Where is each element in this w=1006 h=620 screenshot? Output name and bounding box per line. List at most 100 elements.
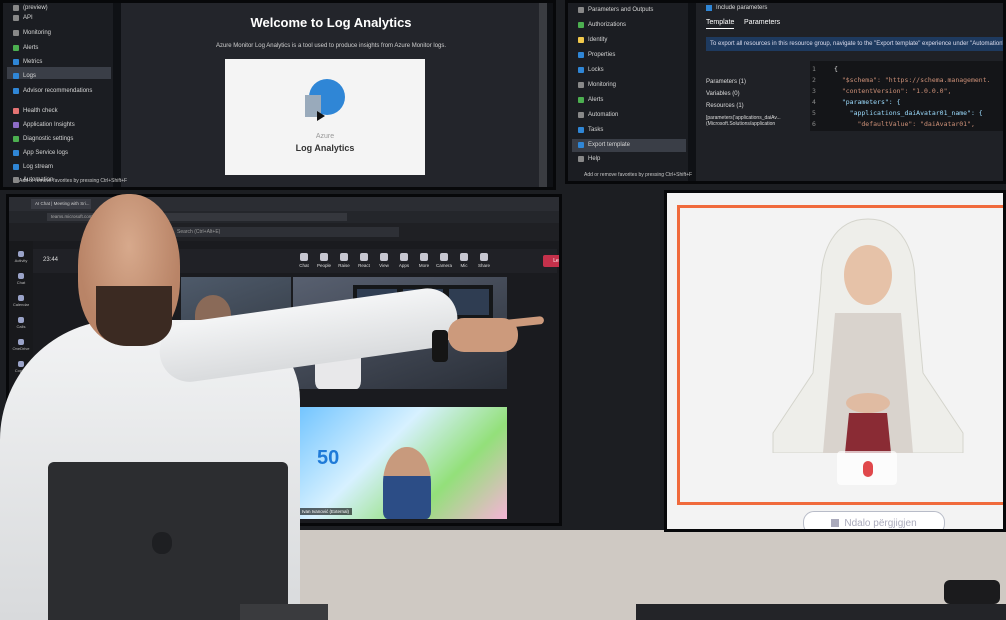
sidebar-item[interactable]: Locks bbox=[578, 67, 604, 73]
meeting-control-react[interactable]: React bbox=[355, 253, 373, 268]
control-icon bbox=[460, 253, 468, 261]
line-number: 1 bbox=[812, 65, 816, 73]
control-label: React bbox=[358, 263, 370, 268]
control-icon bbox=[360, 253, 368, 261]
sidebar-item[interactable]: Authorizations bbox=[578, 22, 626, 28]
control-icon bbox=[400, 253, 408, 261]
hands-shape bbox=[846, 393, 890, 413]
sidebar-item[interactable]: Advisor recommendations bbox=[13, 88, 92, 94]
sidebar-item-icon bbox=[13, 15, 19, 21]
tree-item[interactable]: Variables (0) bbox=[706, 91, 740, 97]
rail-item[interactable]: Activity bbox=[9, 251, 33, 263]
control-label: More bbox=[418, 263, 430, 268]
tab-template[interactable]: Template bbox=[706, 19, 735, 29]
sidebar-item-icon bbox=[13, 136, 19, 142]
sidebar-item[interactable]: Monitoring bbox=[578, 82, 616, 88]
browser-tab[interactable]: AI Chat | Meeting with Sri... bbox=[31, 199, 91, 209]
sidebar-item-label: Log stream bbox=[23, 164, 54, 170]
sidebar-item-label: Tasks bbox=[588, 127, 604, 133]
rail-item[interactable]: Calendar bbox=[9, 295, 33, 307]
desk-microphone bbox=[944, 580, 1000, 604]
sidebar-item-label: Authorizations bbox=[588, 22, 627, 28]
code-editor[interactable]: 1 {2 "$schema": "https://schema.managemen… bbox=[810, 61, 1003, 131]
control-icon bbox=[320, 253, 328, 261]
microphone-icon[interactable] bbox=[863, 461, 873, 477]
sidebar-item-label: App Service logs bbox=[23, 150, 69, 156]
azure-main-pane: Welcome to Log Analytics Azure Monitor L… bbox=[121, 3, 541, 187]
meeting-control-more[interactable]: More bbox=[415, 253, 433, 268]
meeting-control-raise[interactable]: Raise bbox=[335, 253, 353, 268]
sidebar-item[interactable]: Diagnostic settings bbox=[13, 136, 73, 142]
code-line: "parameters": { bbox=[834, 98, 901, 106]
stop-response-button[interactable]: Ndalo përgjigjen bbox=[803, 511, 945, 529]
leave-button[interactable]: Leave bbox=[543, 255, 559, 267]
sidebar-item-label: Health check bbox=[23, 108, 58, 114]
rail-item[interactable]: Chat bbox=[9, 273, 33, 285]
line-number: 6 bbox=[812, 120, 816, 128]
include-parameters-checkbox[interactable]: Include parameters bbox=[706, 5, 767, 11]
sidebar-item[interactable]: Help bbox=[578, 156, 600, 162]
intro-video[interactable]: Azure Log Analytics bbox=[225, 59, 425, 175]
sidebar-item[interactable]: Application Insights bbox=[13, 122, 75, 128]
code-line: { bbox=[834, 65, 838, 73]
meeting-control-chat[interactable]: Chat bbox=[295, 253, 313, 268]
sidebar-item[interactable]: API bbox=[13, 15, 33, 21]
sidebar-item-icon bbox=[13, 59, 19, 65]
sidebar-item[interactable]: App Service logs bbox=[13, 150, 68, 156]
video-tile[interactable]: 50 Ivan Ivanović (External) bbox=[295, 407, 507, 519]
tree-item[interactable]: Parameters (1) bbox=[706, 79, 746, 85]
sidebar-item-icon bbox=[13, 108, 19, 114]
meeting-control-people[interactable]: People bbox=[315, 253, 333, 268]
tab-parameters[interactable]: Parameters bbox=[744, 19, 780, 26]
meeting-control-camera[interactable]: Camera bbox=[435, 253, 453, 268]
sidebar-item-icon bbox=[578, 127, 584, 133]
sidebar-item[interactable]: Tasks bbox=[578, 127, 603, 133]
sidebar-item-label: (preview) bbox=[23, 5, 48, 11]
sidebar-item[interactable]: Parameters and Outputs bbox=[578, 7, 653, 13]
sidebar-item[interactable]: Health check bbox=[13, 108, 58, 114]
browser-tabstrip: AI Chat | Meeting with Sri... bbox=[9, 197, 559, 211]
rail-label: Calendar bbox=[12, 302, 30, 307]
video-brand: Azure bbox=[315, 133, 335, 140]
search-input[interactable]: Search (Ctrl+Alt+E) bbox=[171, 227, 399, 237]
checkbox-icon[interactable] bbox=[706, 5, 712, 11]
control-label: Share bbox=[477, 263, 490, 268]
control-icon bbox=[420, 253, 428, 261]
sidebar-item[interactable]: Export template bbox=[578, 142, 630, 148]
rail-icon bbox=[18, 295, 24, 301]
face-shape bbox=[844, 245, 892, 305]
scrollbar[interactable] bbox=[539, 3, 547, 187]
rail-icon bbox=[18, 251, 24, 257]
tree-item[interactable]: [parameters('applications_daiAv... (Micr… bbox=[706, 115, 802, 127]
sidebar-item[interactable]: Monitoring bbox=[13, 30, 51, 36]
favorites-hint: Add or remove favorites by pressing Ctrl… bbox=[19, 178, 128, 184]
rail-item[interactable]: Calls bbox=[9, 317, 33, 329]
code-line: "defaultValue": "daiAvatar01", bbox=[834, 120, 975, 128]
sidebar-item[interactable]: Properties bbox=[578, 52, 615, 58]
rail-label: Activity bbox=[14, 258, 28, 263]
sidebar-item[interactable]: Alerts bbox=[13, 45, 38, 51]
meeting-control-share[interactable]: Share bbox=[475, 253, 493, 268]
sidebar-item[interactable]: Metrics bbox=[13, 59, 42, 65]
tree-item[interactable]: Resources (1) bbox=[706, 103, 744, 109]
meeting-control-mic[interactable]: Mic bbox=[455, 253, 473, 268]
sidebar-item[interactable]: Automation bbox=[578, 112, 618, 118]
sidebar-item[interactable]: Logs bbox=[13, 73, 36, 79]
sidebar-item-icon bbox=[13, 45, 19, 51]
play-icon[interactable] bbox=[317, 111, 325, 121]
meeting-control-view[interactable]: View bbox=[375, 253, 393, 268]
resource-sidebar: Parameters and Outputs Authorizations Iden… bbox=[568, 3, 688, 181]
control-label: People bbox=[316, 263, 331, 268]
rail-item[interactable]: OneDrive bbox=[9, 339, 33, 351]
sidebar-item[interactable]: (preview) bbox=[13, 5, 48, 11]
sidebar-item[interactable]: Log stream bbox=[13, 164, 53, 170]
sidebar-item[interactable]: Identity bbox=[578, 37, 607, 43]
apron-shape bbox=[845, 413, 891, 453]
ai-avatar-image bbox=[772, 218, 964, 453]
meeting-control-apps[interactable]: Apps bbox=[395, 253, 413, 268]
rail-icon bbox=[18, 273, 24, 279]
sidebar-item-label: API bbox=[23, 15, 33, 21]
sidebar-item-icon bbox=[13, 164, 19, 170]
sidebar-item[interactable]: Alerts bbox=[578, 97, 603, 103]
sidebar-item-icon bbox=[578, 97, 584, 103]
